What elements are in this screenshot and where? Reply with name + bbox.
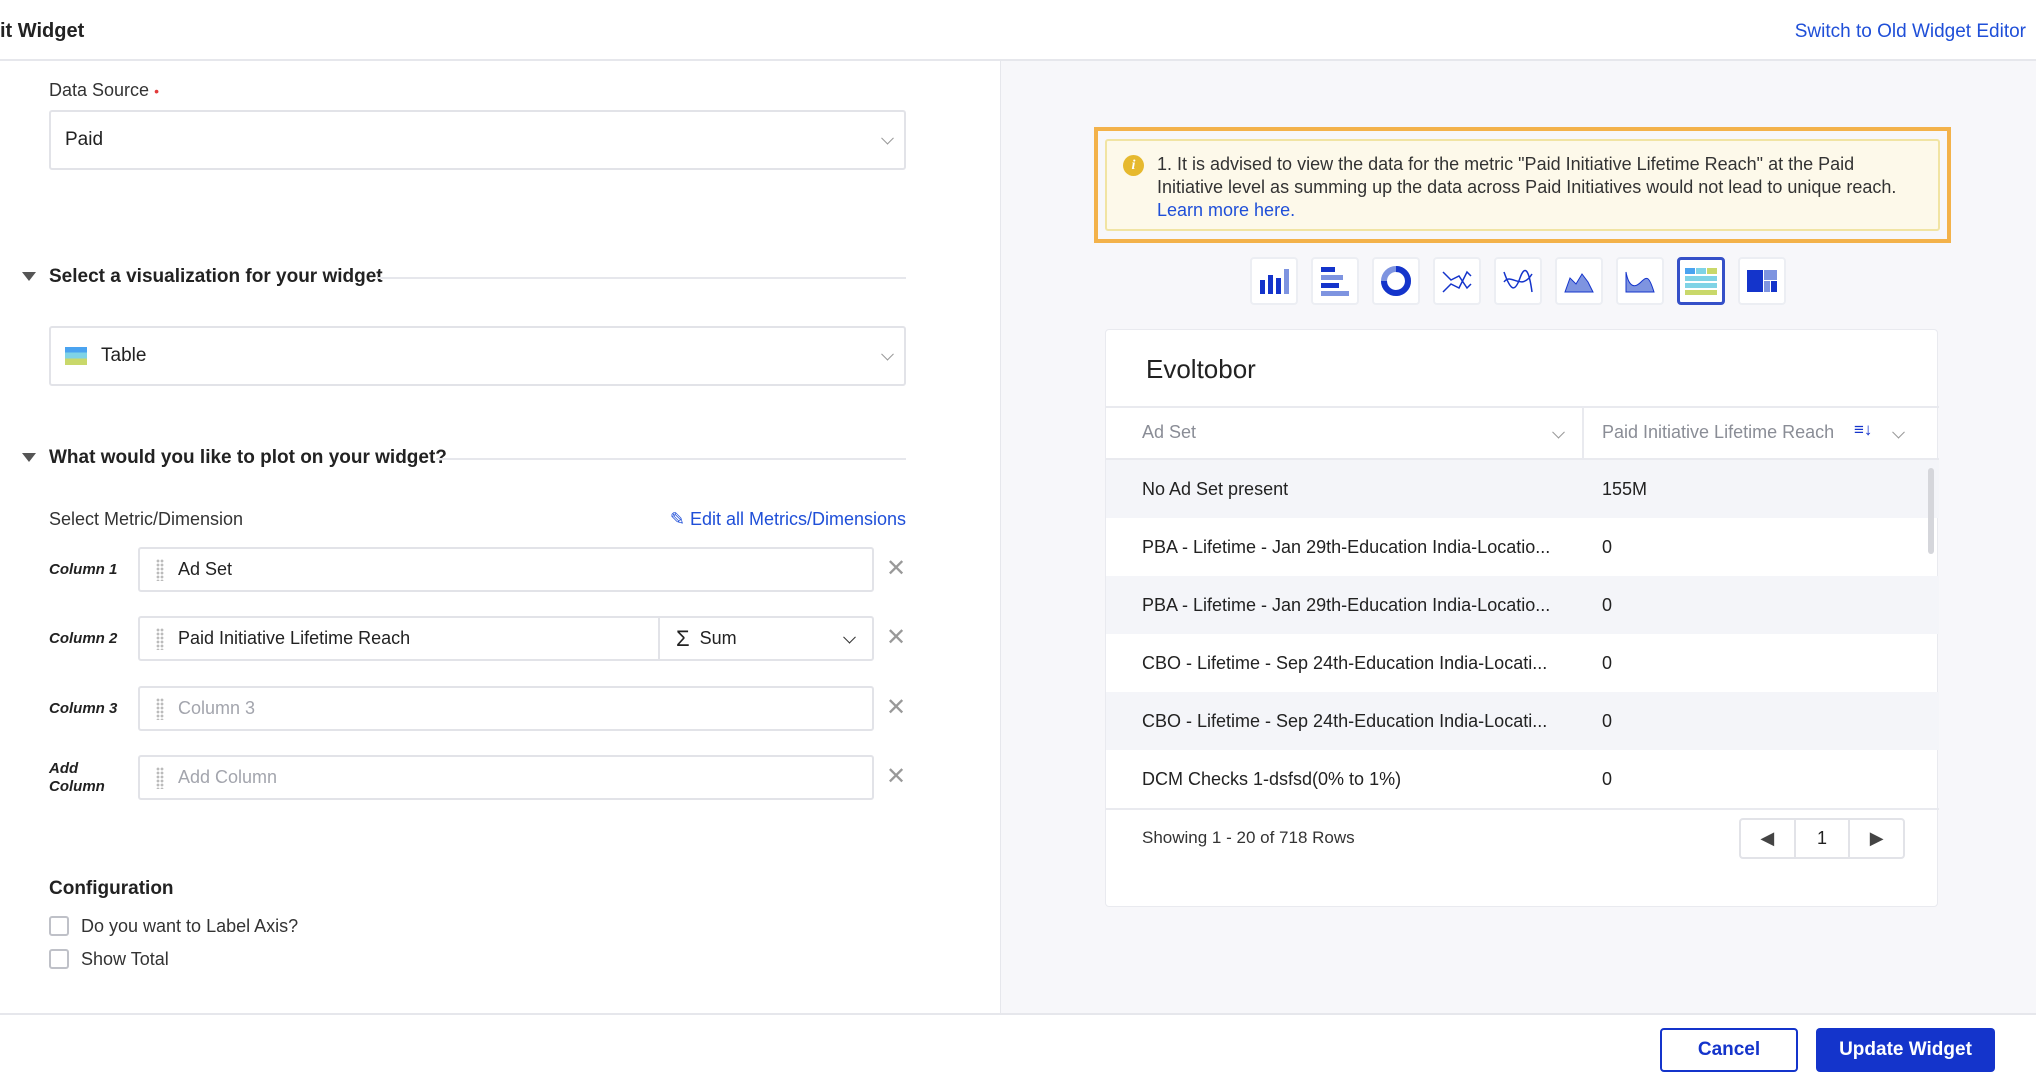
table-row: CBO - Lifetime - Sep 24th-Education Indi… xyxy=(1142,652,1613,673)
current-page[interactable]: 1 xyxy=(1796,820,1851,857)
update-widget-button[interactable]: Update Widget xyxy=(1816,1028,1995,1072)
pencil-icon: ✎ xyxy=(669,509,685,529)
learn-more-link[interactable]: Learn more here. xyxy=(1157,200,1295,220)
drag-handle-icon[interactable] xyxy=(156,627,164,650)
column-1-field[interactable]: Ad Set xyxy=(138,547,874,592)
table-row: PBA - Lifetime - Jan 29th-Education Indi… xyxy=(1142,536,1613,557)
plot-section-title: What would you like to plot on your widg… xyxy=(49,447,447,468)
column-2-label: Column 2 xyxy=(49,630,118,647)
table-chart-icon[interactable] xyxy=(1677,257,1725,305)
column-1-label: Column 1 xyxy=(49,561,118,578)
aggregation-select[interactable]: Σ Sum xyxy=(658,618,872,659)
table-body: No Ad Set present 155M PBA - Lifetime - J… xyxy=(1106,460,1939,808)
widget-title: Evoltobor xyxy=(1146,354,1256,384)
column-2-value: Paid Initiative Lifetime Reach xyxy=(178,628,411,648)
column-3-placeholder: Column 3 xyxy=(178,698,256,718)
info-icon: i xyxy=(1123,155,1144,176)
switch-old-editor-link[interactable]: Switch to Old Widget Editor xyxy=(1795,21,2026,43)
data-source-value: Paid xyxy=(65,129,104,150)
visualization-select[interactable]: Table xyxy=(49,326,906,386)
show-total-label: Show Total xyxy=(81,949,169,969)
spline-area-chart-icon[interactable] xyxy=(1616,257,1664,305)
bar-chart-icon[interactable] xyxy=(1311,257,1359,305)
column-3-label: Column 3 xyxy=(49,700,118,717)
spline-chart-icon[interactable] xyxy=(1494,257,1542,305)
collapse-triangle-icon[interactable] xyxy=(22,453,36,462)
chevron-down-icon xyxy=(881,347,894,361)
remove-add-column-button[interactable]: ✕ xyxy=(886,762,906,791)
column-header-ad-set[interactable]: Ad Set xyxy=(1142,422,1196,443)
chevron-down-icon xyxy=(881,131,894,145)
column-3-field[interactable]: Column 3 xyxy=(138,686,874,731)
chevron-down-icon xyxy=(843,630,856,644)
scrollbar[interactable] xyxy=(1928,468,1934,554)
next-page-button[interactable]: ▶ xyxy=(1850,820,1903,857)
edit-all-metrics-link[interactable]: ✎ Edit all Metrics/Dimensions xyxy=(670,509,906,530)
sort-icon[interactable]: ≡↓ xyxy=(1854,420,1872,440)
table-row: CBO - Lifetime - Sep 24th-Education Indi… xyxy=(1106,692,1939,750)
table-row: DCM Checks 1-dsfsd(0% to 1%) 0 xyxy=(1142,768,1613,789)
widget-preview-card: Evoltobor Ad Set Paid Initiative Lifetim… xyxy=(1105,329,1939,907)
visualization-section-title: Select a visualization for your widget xyxy=(49,266,383,287)
add-column-field[interactable]: Add Column xyxy=(138,755,874,800)
table-header: Ad Set Paid Initiative Lifetime Reach ≡↓ xyxy=(1106,406,1939,460)
table-icon xyxy=(65,347,87,365)
add-column-placeholder: Add Column xyxy=(178,767,278,787)
drag-handle-icon[interactable] xyxy=(156,766,164,789)
area-chart-icon[interactable] xyxy=(1555,257,1603,305)
prev-page-button[interactable]: ◀ xyxy=(1741,820,1796,857)
column-chart-icon[interactable] xyxy=(1250,257,1298,305)
remove-column-1-button[interactable]: ✕ xyxy=(886,554,906,583)
divider xyxy=(378,277,906,279)
data-source-select[interactable]: Paid xyxy=(49,110,906,170)
configuration-title: Configuration xyxy=(49,878,174,899)
show-total-checkbox[interactable] xyxy=(49,949,69,969)
line-chart-icon[interactable] xyxy=(1433,257,1481,305)
chevron-down-icon[interactable] xyxy=(1552,425,1565,439)
warning-text: 1. It is advised to view the data for th… xyxy=(1157,154,1897,197)
chevron-down-icon[interactable] xyxy=(1892,425,1905,439)
drag-handle-icon[interactable] xyxy=(156,558,164,581)
divider xyxy=(436,458,906,460)
table-row: No Ad Set present 155M xyxy=(1106,460,1939,518)
cancel-button[interactable]: Cancel xyxy=(1660,1028,1798,1072)
column-1-value: Ad Set xyxy=(178,559,233,579)
column-divider xyxy=(1582,408,1584,460)
remove-column-3-button[interactable]: ✕ xyxy=(886,693,906,722)
table-row: PBA - Lifetime - Jan 29th-Education Indi… xyxy=(1106,576,1939,634)
sigma-icon: Σ xyxy=(676,625,690,651)
header: it Widget Switch to Old Widget Editor xyxy=(0,0,2036,61)
aggregation-value: Sum xyxy=(699,628,737,648)
visualization-value: Table xyxy=(101,345,147,366)
warning-banner: i 1. It is advised to view the data for … xyxy=(1094,127,1951,243)
page-title: it Widget xyxy=(0,20,85,42)
select-metric-label: Select Metric/Dimension xyxy=(49,509,244,529)
donut-chart-icon[interactable] xyxy=(1372,257,1420,305)
label-axis-checkbox[interactable] xyxy=(49,916,69,936)
drag-handle-icon[interactable] xyxy=(156,697,164,720)
add-column-label: Add Column xyxy=(49,760,105,795)
column-header-reach[interactable]: Paid Initiative Lifetime Reach xyxy=(1602,422,1834,443)
label-axis-label: Do you want to Label Axis? xyxy=(81,916,299,936)
treemap-icon[interactable] xyxy=(1738,257,1786,305)
column-2-field[interactable]: Paid Initiative Lifetime Reach Σ Sum xyxy=(138,616,874,661)
pagination: ◀ 1 ▶ xyxy=(1739,818,1905,859)
remove-column-2-button[interactable]: ✕ xyxy=(886,623,906,652)
rows-count: Showing 1 - 20 of 718 Rows xyxy=(1142,828,1355,847)
data-source-label: Data Source • xyxy=(49,80,159,100)
collapse-triangle-icon[interactable] xyxy=(22,272,36,281)
divider xyxy=(1106,808,1939,810)
